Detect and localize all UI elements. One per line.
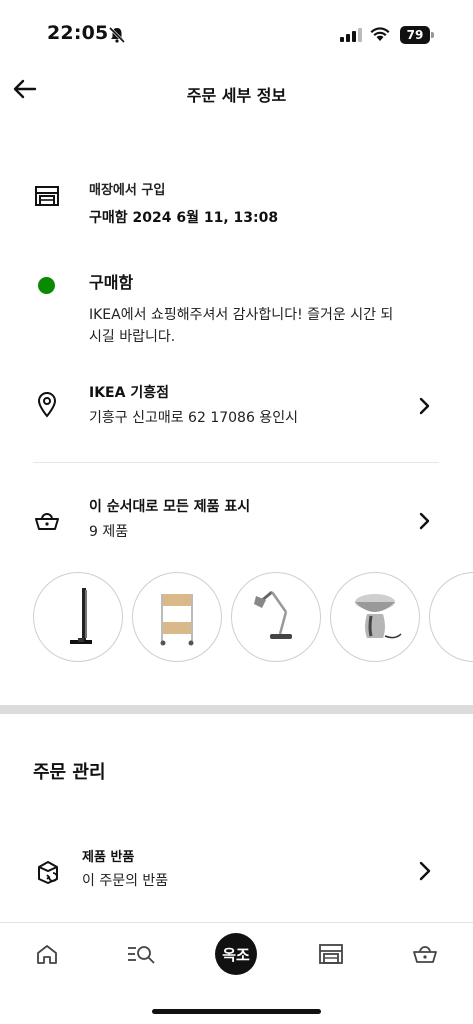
purchase-label: 매장에서 구입 [89, 183, 166, 198]
bell-off-icon [108, 26, 126, 44]
store-name: IKEA 기흥점 [89, 385, 169, 401]
store-text: IKEA 기흥점 기흥구 신고매로 62 17086 용인시 [89, 383, 413, 429]
store-address: 기흥구 신고매로 62 17086 용인시 [89, 410, 298, 426]
battery-level: 79 [400, 26, 430, 44]
battery-indicator: 79 [400, 26, 434, 44]
product-thumb-partial[interactable] [429, 572, 473, 662]
signal-icon [340, 28, 362, 42]
basket-icon [33, 507, 61, 535]
return-subtitle: 이 주문의 반품 [82, 873, 169, 889]
chevron-right-icon [415, 396, 435, 416]
products-title: 이 순서대로 모든 제품 표시 [89, 499, 251, 515]
wifi-icon [370, 27, 390, 41]
return-box-icon [34, 858, 62, 886]
product-thumb-trolley[interactable] [132, 572, 222, 662]
bottom-navigation: 옥조 [0, 922, 473, 1024]
order-status: 구매함 IKEA에서 쇼핑해주셔서 감사합니다! 즐거운 시간 되시길 바랍니다… [0, 272, 473, 352]
products-count: 9 제품 [89, 524, 129, 540]
store-icon [33, 182, 61, 210]
basket-icon [413, 946, 437, 963]
page-title: 주문 세부 정보 [186, 86, 287, 105]
nav-center-avatar[interactable]: 옥조 [215, 933, 257, 975]
home-indicator [152, 1009, 321, 1014]
store-icon [319, 944, 343, 964]
return-text: 제품 반품 이 주문의 반품 [82, 848, 413, 892]
divider [33, 462, 439, 463]
nav-home[interactable] [25, 937, 69, 971]
section-separator [0, 705, 473, 714]
nav-basket[interactable] [403, 937, 447, 971]
location-pin-icon [33, 391, 61, 419]
search-list-icon [128, 946, 155, 964]
products-text: 이 순서대로 모든 제품 표시 9 제품 [89, 497, 413, 543]
purchase-text: 매장에서 구입 구매함 2024 6월 11, 13:08 [89, 180, 413, 228]
home-icon [37, 945, 57, 964]
product-thumb-bowl-lamp[interactable] [330, 572, 420, 662]
chevron-right-icon [415, 861, 435, 881]
nav-search[interactable] [119, 937, 163, 971]
return-title: 제품 반품 [82, 850, 135, 865]
product-thumbnails[interactable] [33, 572, 473, 664]
product-thumb-floor-lamp[interactable] [33, 572, 123, 662]
status-dot-icon [38, 277, 55, 294]
status-time: 22:05 [47, 22, 109, 44]
order-status-text: 구매함 IKEA에서 쇼핑해주셔서 감사합니다! 즐거운 시간 되시길 바랍니다… [89, 272, 413, 348]
chevron-right-icon [415, 511, 435, 531]
product-thumb-desk-lamp[interactable] [231, 572, 321, 662]
products-row[interactable]: 이 순서대로 모든 제품 표시 9 제품 [0, 497, 473, 547]
battery-cap [431, 32, 434, 38]
purchase-info: 매장에서 구입 구매함 2024 6월 11, 13:08 [0, 180, 473, 240]
status-heading: 구매함 [89, 273, 134, 292]
status-bar: 22:05 79 [0, 0, 473, 60]
purchase-date: 구매함 2024 6월 11, 13:08 [89, 210, 279, 226]
store-row[interactable]: IKEA 기흥점 기흥구 신고매로 62 17086 용인시 [0, 383, 473, 433]
return-row[interactable]: 제품 반품 이 주문의 반품 [0, 848, 473, 898]
header: 주문 세부 정보 [0, 60, 473, 124]
status-message: IKEA에서 쇼핑해주셔서 감사합니다! 즐거운 시간 되시길 바랍니다. [89, 307, 394, 345]
order-management-title: 주문 관리 [33, 762, 106, 783]
nav-store[interactable] [309, 937, 353, 971]
